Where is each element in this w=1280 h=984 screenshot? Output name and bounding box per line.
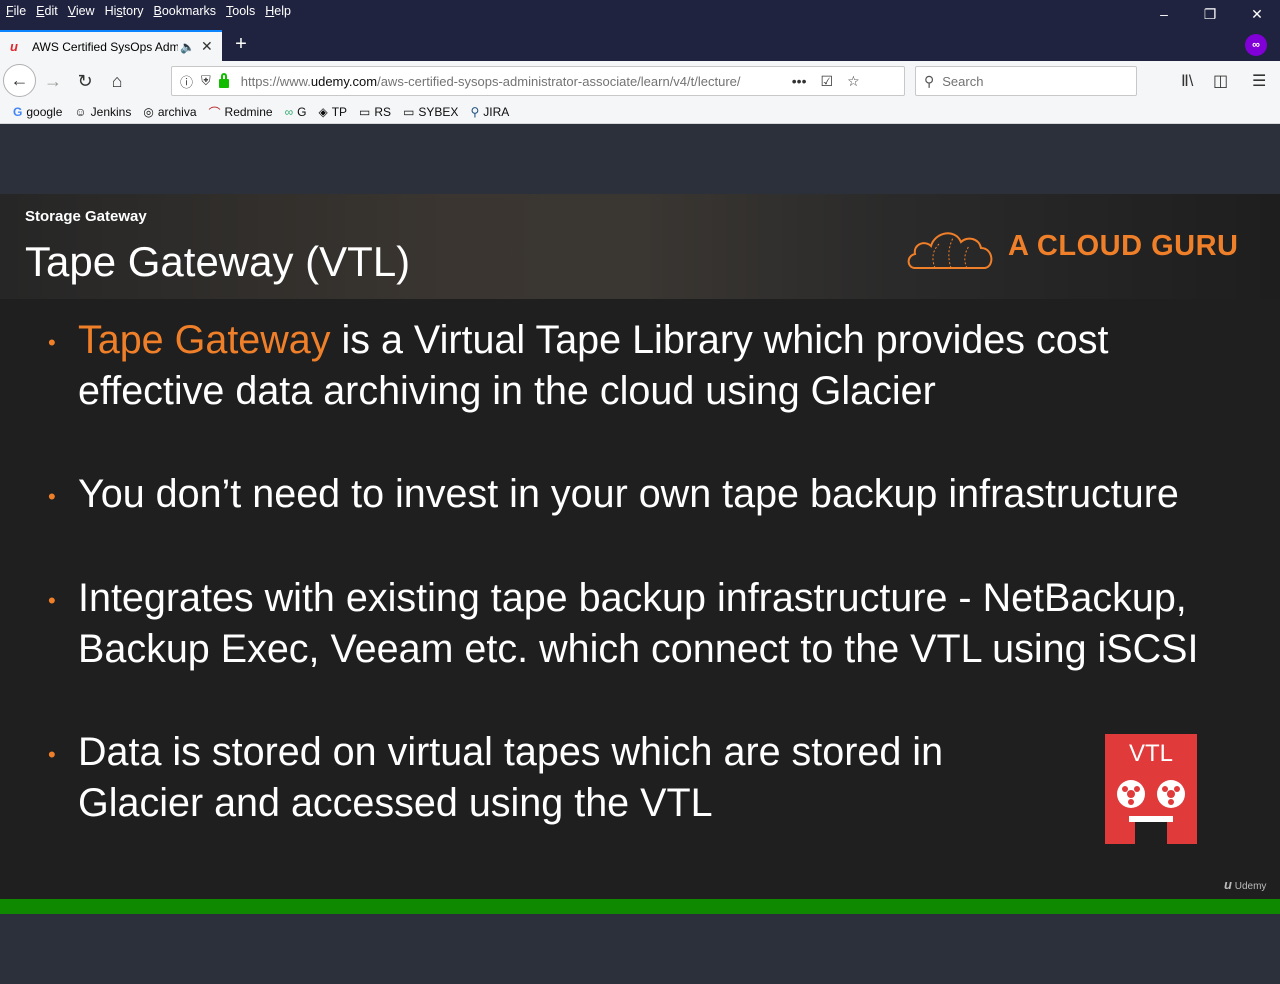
bookmark-jira[interactable]: ⚲ JIRA — [470, 105, 509, 119]
bullet-dot: • — [48, 588, 56, 613]
slide-title: Tape Gateway (VTL) — [25, 238, 411, 285]
back-button[interactable]: ← — [3, 64, 36, 97]
bullet-2: You don’t need to invest in your own tap… — [78, 472, 1179, 516]
page-content: Storage Gateway Tape Gateway (VTL) A CLO… — [0, 124, 1280, 984]
bookmarks-toolbar: Ggoogle ☺ Jenkins ◎ archiva ⌒ Redmine ∞ G ◈ T… — [0, 101, 1280, 124]
folder-icon: ▭ — [359, 105, 371, 119]
udemy-icon: u — [10, 38, 18, 54]
udemy-watermark: u Udemy — [1224, 877, 1267, 892]
new-tab-button[interactable]: + — [231, 33, 251, 55]
navigation-toolbar: ← → ↻ ⌂ ⓘ ⛨ https://www.udemy.com/aws-ce… — [0, 61, 1280, 101]
menu-history[interactable]: History — [105, 4, 144, 18]
sidebar-icon[interactable]: ◫ — [1213, 71, 1228, 91]
bookmark-sybex[interactable]: ▭ SYBEX — [403, 105, 458, 119]
close-window-button[interactable]: ✕ — [1234, 0, 1280, 28]
slide-header: Storage Gateway Tape Gateway (VTL) A CLO… — [0, 194, 1280, 299]
menu-bookmarks[interactable]: Bookmarks — [154, 4, 217, 18]
library-icon[interactable]: Ⅱ\ — [1181, 71, 1193, 91]
speaker-icon[interactable]: 🔈 — [180, 40, 195, 54]
jenkins-icon: ☺ — [74, 105, 87, 119]
star-icon[interactable]: ☆ — [847, 73, 860, 90]
pocket-icon[interactable]: ☑ — [821, 73, 834, 90]
private-browsing-icon: ∞ — [1245, 34, 1267, 56]
bookmark-g[interactable]: ∞ G — [285, 105, 307, 119]
menu-file[interactable]: File — [6, 4, 26, 18]
brand-text: A CLOUD GURU — [1008, 230, 1239, 262]
forward-button[interactable]: → — [37, 65, 69, 97]
bullet-4: Data is stored on virtual tapes which ar… — [78, 730, 944, 825]
menu-edit[interactable]: Edit — [36, 4, 58, 18]
menu-bar: File Edit View History Bookmarks Tools H… — [0, 0, 301, 22]
address-bar[interactable]: ⓘ ⛨ https://www.udemy.com/aws-certified-… — [171, 66, 905, 96]
redmine-icon: ⌒ — [208, 105, 221, 120]
cloud-logo-icon — [907, 232, 993, 269]
url-text[interactable]: https://www.udemy.com/aws-certified-syso… — [241, 74, 786, 89]
minimize-button[interactable]: – — [1141, 0, 1187, 28]
bookmark-rs[interactable]: ▭ RS — [359, 105, 391, 119]
bookmark-jenkins[interactable]: ☺ Jenkins — [74, 105, 131, 119]
bookmark-google[interactable]: Ggoogle — [13, 105, 62, 119]
tab-title: AWS Certified SysOps Admi — [32, 39, 178, 54]
shield-icon[interactable]: ⛨ — [201, 73, 211, 89]
menu-help[interactable]: Help — [265, 4, 291, 18]
search-bar[interactable]: ⚲ Search — [915, 66, 1137, 96]
restore-button[interactable]: ❐ — [1187, 0, 1233, 28]
video-progress-bar[interactable] — [0, 899, 1280, 914]
bookmark-archiva[interactable]: ◎ archiva — [143, 105, 196, 119]
browser-tab[interactable]: u AWS Certified SysOps Admi 🔈 ✕ — [0, 30, 222, 61]
bullet-dot: • — [48, 742, 56, 767]
bookmark-redmine[interactable]: ⌒ Redmine — [209, 104, 273, 121]
slide-subtitle: Storage Gateway — [25, 208, 147, 225]
window-titlebar: File Edit View History Bookmarks Tools H… — [0, 0, 1280, 61]
search-placeholder: Search — [942, 73, 984, 89]
vtl-tape-icon: VTL — [1105, 734, 1197, 844]
bullet-dot: • — [48, 330, 56, 355]
video-slide[interactable]: Storage Gateway Tape Gateway (VTL) A CLO… — [0, 194, 1280, 899]
bullet-1: Tape Gateway is a Virtual Tape Library w… — [78, 318, 1109, 413]
bullet-3: Integrates with existing tape backup inf… — [78, 576, 1199, 671]
info-icon[interactable]: ⓘ — [180, 72, 193, 91]
bullet-dot: • — [48, 484, 56, 509]
menu-tools[interactable]: Tools — [226, 4, 255, 18]
tape-reels-icon — [1117, 780, 1185, 844]
udemy-logo-icon: u — [1224, 877, 1232, 892]
lock-icon — [218, 72, 229, 88]
hamburger-menu-icon[interactable]: ☰ — [1252, 71, 1266, 91]
reload-button[interactable]: ↻ — [69, 65, 101, 97]
google-icon: G — [13, 105, 23, 119]
page-actions-icon[interactable]: ••• — [792, 73, 807, 90]
bookmark-tp[interactable]: ◈ TP — [318, 105, 347, 119]
folder-icon: ▭ — [403, 105, 415, 119]
menu-view[interactable]: View — [68, 4, 95, 18]
globe-icon: ◎ — [143, 105, 154, 119]
jira-icon: ⚲ — [470, 105, 480, 119]
link-icon: ∞ — [284, 105, 294, 119]
search-icon: ⚲ — [924, 72, 935, 89]
close-tab-icon[interactable]: ✕ — [201, 38, 213, 55]
home-button[interactable]: ⌂ — [101, 65, 133, 97]
tp-icon: ◈ — [318, 105, 328, 119]
